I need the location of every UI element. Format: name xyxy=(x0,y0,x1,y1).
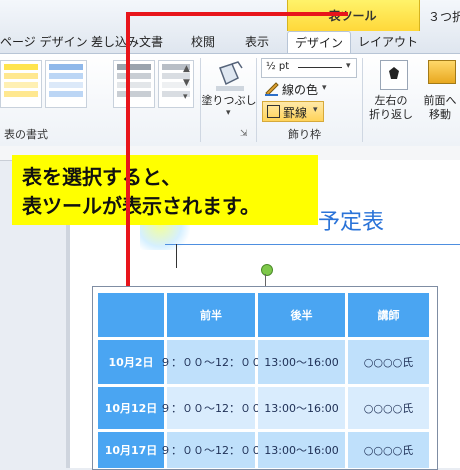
table-row-date[interactable]: 10月17日 xyxy=(98,432,164,468)
rotate-handle[interactable] xyxy=(261,264,273,276)
shading-button[interactable]: 塗りつぶし xyxy=(200,94,258,108)
table-cell-morning[interactable]: ９：００〜12：００ xyxy=(160,340,262,384)
pen-color-button[interactable]: 線の色 xyxy=(282,81,318,98)
bring-forward-icon xyxy=(428,60,456,84)
borders-icon xyxy=(267,105,280,118)
window-title: ３つ折 xyxy=(428,10,460,24)
tab-design[interactable]: デザイン xyxy=(287,31,351,54)
bring-forward-button-line1[interactable]: 前面へ xyxy=(418,94,460,108)
table-cell-afternoon[interactable]: 13:00〜16:00 xyxy=(258,432,345,468)
chevron-down-icon[interactable]: ▾ xyxy=(226,108,231,118)
title-underline xyxy=(165,244,460,245)
borders-button[interactable]: 罫線 ▾ xyxy=(262,101,324,122)
pointer-line-vertical xyxy=(126,12,130,325)
table-cell-morning[interactable]: ９：００〜12：００ xyxy=(160,432,262,468)
table-cell-morning[interactable]: ９：００〜12：００ xyxy=(160,387,262,429)
table-header-first-half[interactable]: 前半 xyxy=(167,293,255,337)
table-style-swatch-1[interactable] xyxy=(0,60,42,108)
table-styles-group-label: 表の書式 xyxy=(4,128,48,141)
wrap-text-button-line1[interactable]: 左右の xyxy=(362,94,420,108)
table-cell-afternoon[interactable]: 13:00〜16:00 xyxy=(258,340,345,384)
gallery-scroll-icon[interactable]: ▲ ▼ ▾ xyxy=(183,62,190,104)
wrap-text-button-line2[interactable]: 折り返し xyxy=(362,108,420,122)
chevron-down-icon: ▾ xyxy=(346,61,351,71)
document-title: 予定表 xyxy=(318,210,385,235)
borders-label: 罫線 xyxy=(283,106,308,120)
tab-page-design[interactable]: ページ デザイン xyxy=(0,31,88,53)
bring-forward-button-line2[interactable]: 移動 xyxy=(418,108,460,122)
line-sample xyxy=(298,67,342,68)
table-cell-lecturer[interactable]: ○○○○氏 xyxy=(348,387,429,429)
tab-layout[interactable]: レイアウト xyxy=(356,31,420,53)
draw-borders-group-label: 飾り枠 xyxy=(288,128,321,141)
pen-weight-select[interactable]: ½ pt ▾ xyxy=(261,58,357,78)
chevron-down-icon: ▾ xyxy=(313,105,318,115)
callout-line-2: 表ツールが表示されます。 xyxy=(22,194,260,218)
tab-review[interactable]: 校閲 xyxy=(180,31,226,53)
table-header-lecturer[interactable]: 講師 xyxy=(348,293,429,337)
table-cell-lecturer[interactable]: ○○○○氏 xyxy=(348,340,429,384)
pointer-line-horizontal xyxy=(126,12,348,16)
pen-weight-value: ½ pt xyxy=(266,61,290,72)
table-header-second-half[interactable]: 後半 xyxy=(258,293,345,337)
text-cursor xyxy=(176,244,177,268)
callout-line-1: 表を選択すると、 xyxy=(22,165,182,189)
tab-view[interactable]: 表示 xyxy=(234,31,280,53)
group-separator xyxy=(256,58,257,142)
table-row-date[interactable]: 10月12日 xyxy=(98,387,164,429)
pen-icon xyxy=(264,80,280,96)
chevron-down-icon[interactable]: ▾ xyxy=(322,83,327,93)
dialog-launcher-icon[interactable]: ⇲ xyxy=(240,129,248,139)
paint-bucket-icon xyxy=(208,60,252,92)
table-style-swatch-2[interactable] xyxy=(45,60,87,108)
wrap-text-icon xyxy=(380,60,408,90)
callout-text: 表を選択すると、 表ツールが表示されます。 xyxy=(22,163,260,221)
table-cell-afternoon[interactable]: 13:00〜16:00 xyxy=(258,387,345,429)
table-row-date[interactable]: 10月2日 xyxy=(98,340,164,384)
table-style-swatch-3[interactable] xyxy=(113,60,155,108)
table-cell-lecturer[interactable]: ○○○○氏 xyxy=(348,432,429,468)
table-header-corner[interactable] xyxy=(98,293,164,337)
